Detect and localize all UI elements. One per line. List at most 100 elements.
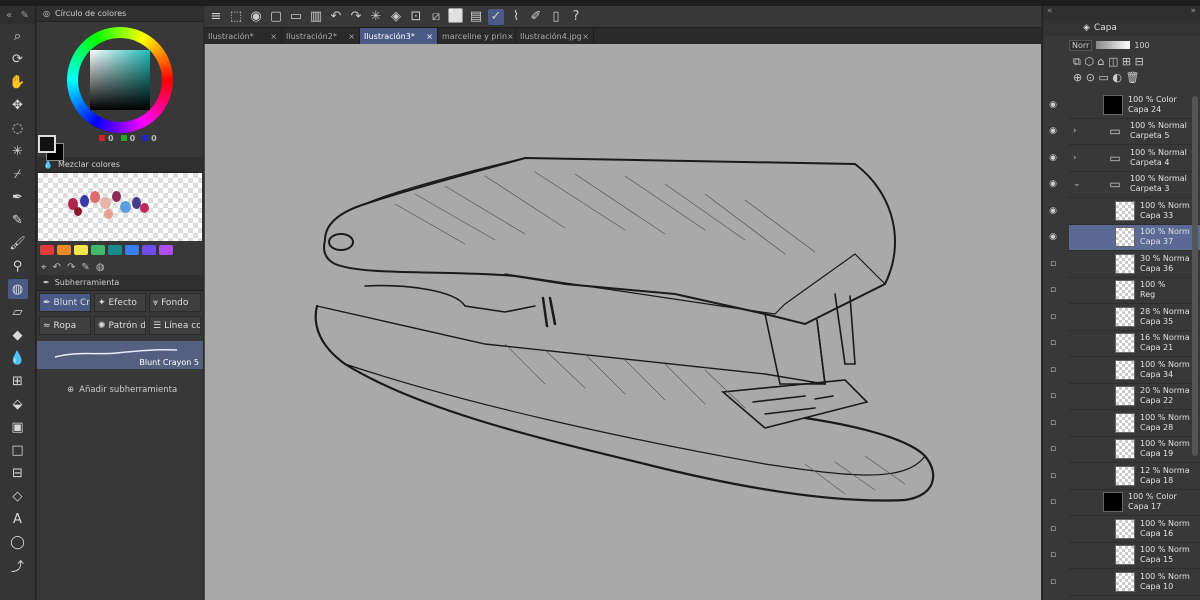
visibility-icon[interactable]: ▫ — [1047, 338, 1059, 348]
subtool-group-fondo[interactable]: ⩔ Fondo — [149, 293, 201, 312]
document-tab[interactable]: Ilustración* × — [204, 28, 282, 44]
subtool-group-linea[interactable]: ☰ Línea co — [149, 316, 201, 335]
invert-icon[interactable]: ⧄ — [428, 9, 444, 25]
palette-color-6[interactable] — [142, 245, 156, 255]
visibility-icon[interactable]: ▫ — [1047, 285, 1059, 295]
magic-wand-icon[interactable]: ✳ — [8, 141, 28, 161]
close-tab-icon[interactable]: × — [426, 32, 433, 41]
visibility-icon[interactable]: ◉ — [1047, 153, 1059, 163]
blend-icon[interactable]: ◍ — [7, 279, 28, 299]
visibility-icon[interactable]: ◉ — [1047, 100, 1059, 110]
balloon-icon[interactable]: ◯ — [8, 532, 28, 552]
brush-icon[interactable]: 🖌 — [8, 233, 28, 253]
visibility-icon[interactable]: ◉ — [1047, 206, 1059, 216]
eyedropper-icon[interactable]: ⌿ — [8, 164, 28, 184]
redo-icon[interactable]: ↷ — [348, 9, 364, 25]
color-mixing-canvas[interactable] — [38, 173, 202, 241]
snap-icon[interactable]: ✓ — [488, 8, 504, 25]
document-tab[interactable]: Ilustración4.jpg × — [516, 28, 594, 44]
visibility-icon[interactable]: ▫ — [1047, 365, 1059, 375]
transform-icon[interactable]: ⬚ — [228, 9, 244, 25]
layer-row[interactable]: ▫ 100 % Color Capa 17 — [1050, 490, 1200, 516]
document-tab[interactable]: marceline y prin × — [438, 28, 516, 44]
palette-color-1[interactable] — [57, 245, 71, 255]
magnifier-icon[interactable]: ⌕ — [8, 26, 28, 46]
draft-icon[interactable]: ◫ — [1108, 55, 1118, 68]
move-icon[interactable]: ✥ — [8, 95, 28, 115]
eraser-icon[interactable]: ▱ — [8, 302, 28, 322]
new-file-icon[interactable]: ▢ — [268, 9, 284, 25]
delete-icon[interactable]: 🗑 — [1125, 71, 1139, 84]
expand-arrow-icon[interactable]: ⌄ — [1073, 179, 1081, 189]
brush-preview[interactable]: Blunt Crayon 5 — [37, 341, 203, 369]
layer-row[interactable]: ▫ 100 % Norm Capa 15 — [1050, 543, 1200, 569]
vector-icon[interactable]: ◇ — [8, 486, 28, 506]
subtool-group-patron[interactable]: ✺ Patrón d — [94, 316, 146, 335]
layer-row[interactable]: ◉ 100 % Norm Capa 37 — [1049, 224, 1200, 251]
color-wheel[interactable] — [67, 27, 173, 133]
curve-icon[interactable]: ⌇ — [508, 9, 524, 25]
open-folder-icon[interactable]: ▭ — [288, 9, 304, 25]
opacity-slider[interactable] — [1096, 41, 1131, 49]
layer-row[interactable]: ▫ 12 % Norma Capa 18 — [1050, 463, 1200, 490]
redo-icon[interactable]: ↷ — [67, 262, 75, 273]
folder-icon[interactable]: ▭ — [1098, 71, 1108, 84]
layer-row[interactable]: ◉ ⌄ ▭ 100 % Normal Carpeta 3 — [1049, 172, 1200, 198]
new-vector-icon[interactable]: ⊙ — [1086, 71, 1095, 84]
lasso-icon[interactable]: ◌ — [8, 118, 28, 138]
clear-icon[interactable]: ⬜ — [448, 9, 464, 25]
pencil-icon[interactable]: ✎ — [8, 210, 28, 230]
close-tab-icon[interactable]: × — [507, 32, 514, 41]
visibility-icon[interactable]: ▫ — [1047, 312, 1059, 322]
layer-row[interactable]: ▫ 28 % Norma Capa 35 — [1050, 304, 1200, 331]
rotate-view-icon[interactable]: ⟳ — [8, 49, 28, 69]
layer-row[interactable]: ▫ 30 % Norma Capa 36 — [1050, 251, 1200, 278]
document-tab[interactable]: Ilustración3* × — [360, 28, 438, 44]
visibility-icon[interactable]: ◉ — [1047, 179, 1059, 189]
palette-color-2[interactable] — [74, 245, 88, 255]
visibility-icon[interactable]: ▫ — [1047, 577, 1059, 587]
collapse-icon[interactable]: « — [1047, 6, 1053, 20]
mask-icon[interactable]: ◐ — [1112, 71, 1122, 84]
palette-color-5[interactable] — [125, 245, 139, 255]
layer-row[interactable]: ◉ › ▭ 100 % Normal Carpeta 5 — [1049, 119, 1200, 145]
visibility-icon[interactable]: ▫ — [1047, 497, 1059, 507]
layer-row[interactable]: ▫ 100 % Norm Capa 34 — [1050, 357, 1200, 384]
help-icon[interactable]: ? — [568, 9, 584, 25]
visibility-icon[interactable]: ▫ — [1047, 418, 1059, 428]
palette-color-4[interactable] — [108, 245, 122, 255]
text-icon[interactable]: A — [8, 509, 28, 529]
ruler-icon[interactable]: ⊟ — [8, 463, 28, 483]
water-drop-icon[interactable]: 💧 — [8, 348, 28, 368]
collapse-icon[interactable]: « — [6, 10, 12, 21]
ruler-icon[interactable]: ⊟ — [1135, 55, 1144, 68]
drawing-canvas[interactable] — [205, 44, 1041, 600]
drop-icon[interactable]: ◍ — [96, 262, 105, 273]
loading-icon[interactable]: ✳ — [368, 9, 384, 25]
document-tab[interactable]: Ilustración2* × — [282, 28, 360, 44]
menu-icon[interactable]: ≡ — [208, 9, 224, 25]
crop-icon[interactable]: ⊡ — [408, 9, 424, 25]
fill-bucket-icon[interactable]: ⬙ — [8, 394, 28, 414]
opacity-value[interactable]: 100 — [1134, 41, 1149, 50]
airbrush-icon[interactable]: ⚲ — [8, 256, 28, 276]
close-tab-icon[interactable]: × — [348, 32, 355, 41]
visibility-icon[interactable]: ▫ — [1047, 524, 1059, 534]
new-layer-icon[interactable]: ⊕ — [1073, 71, 1082, 84]
gradient-icon[interactable]: ▣ — [8, 417, 28, 437]
blend-mode-select[interactable]: Norr — [1069, 39, 1093, 51]
expand-icon[interactable]: » — [1190, 6, 1196, 20]
phone-icon[interactable]: ▯ — [548, 9, 564, 25]
layer-row[interactable]: ◉ › ▭ 100 % Normal Carpeta 4 — [1049, 145, 1200, 172]
hand-icon[interactable]: ✋ — [8, 72, 28, 92]
layer-tab[interactable]: ◈ Capa — [1043, 20, 1200, 36]
save-icon[interactable]: ▥ — [308, 9, 324, 25]
undo-icon[interactable]: ↶ — [53, 262, 61, 273]
fill-icon[interactable]: ◆ — [8, 325, 28, 345]
palette-color-0[interactable] — [40, 245, 54, 255]
foreground-color-swatch[interactable] — [38, 135, 56, 153]
spiral-icon[interactable]: ◉ — [248, 9, 264, 25]
subtool-group-blunt[interactable]: ✒ Blunt Cr — [39, 293, 91, 312]
subtool-group-efecto[interactable]: ✦ Efecto — [94, 293, 146, 312]
line-icon[interactable]: ⤴ — [8, 555, 28, 575]
